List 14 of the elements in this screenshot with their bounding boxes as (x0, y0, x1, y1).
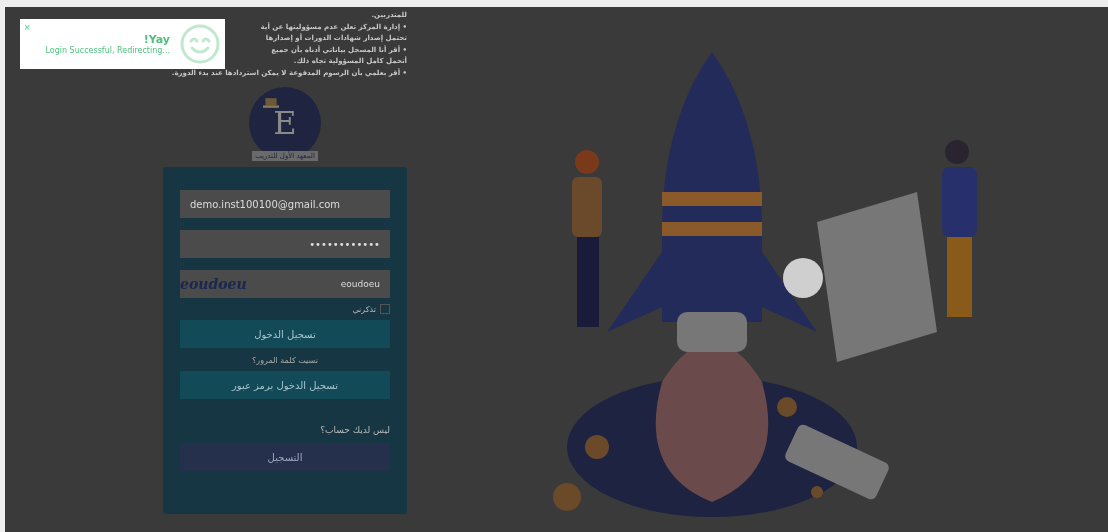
loading-spinner (783, 258, 823, 298)
password-field[interactable]: •••••••••••• (180, 230, 390, 258)
toast-message: Login Successful, Redirecting... (45, 46, 170, 55)
no-account-text: ليس لديك حساب؟ (319, 425, 390, 435)
passcode-login-button[interactable]: تسجيل الدخول برمز عبور (180, 371, 390, 399)
toast-title: !Yay (143, 33, 170, 46)
forgot-password-link[interactable]: نسيت كلمة المرور؟ (180, 356, 390, 365)
logo-letter: E (273, 104, 297, 142)
smiley-icon (180, 24, 220, 64)
email-field[interactable]: demo.inst100100@gmail.com (180, 190, 390, 218)
remember-checkbox[interactable] (380, 304, 390, 314)
login-button[interactable]: تسجيل الدخول (180, 320, 390, 348)
register-button[interactable]: التسجيل (180, 443, 390, 471)
remember-label: تذكرني (352, 304, 376, 314)
